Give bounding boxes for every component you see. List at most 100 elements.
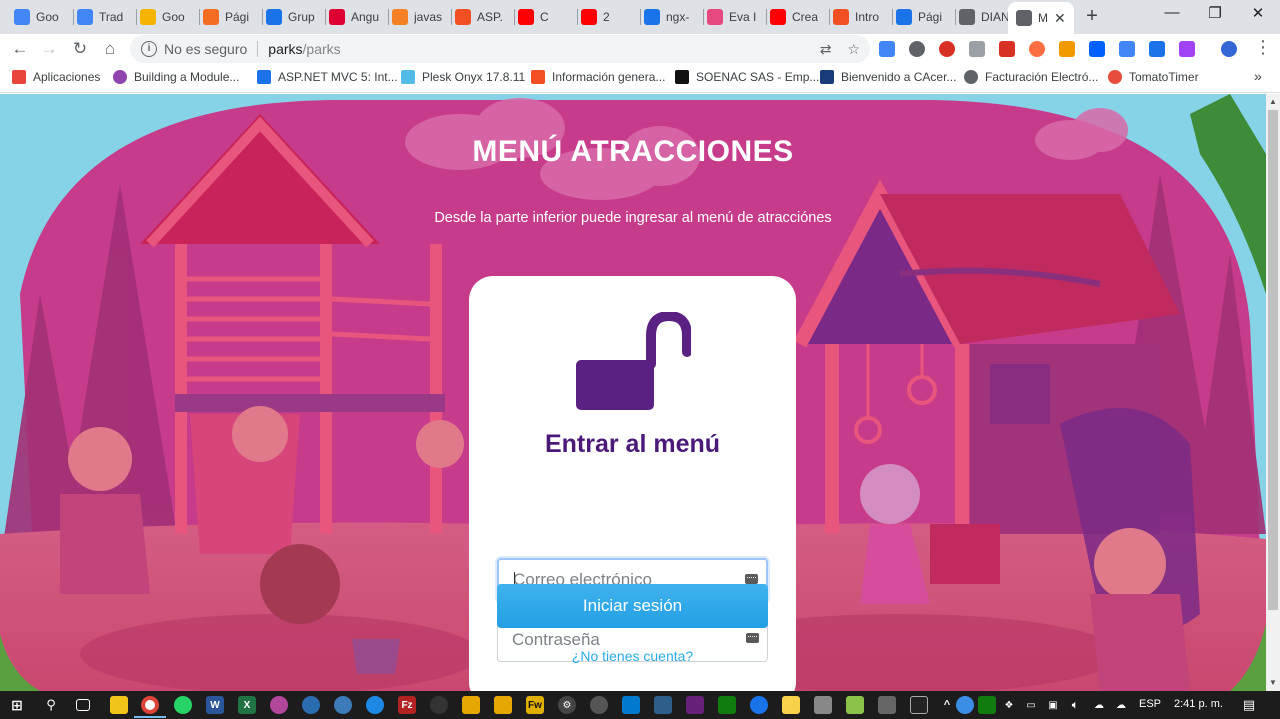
app-globe-icon[interactable] xyxy=(302,696,320,714)
autofill-keyboard-icon[interactable] xyxy=(746,633,759,643)
drive-extension-icon[interactable] xyxy=(969,41,985,57)
back-icon[interactable]: ← xyxy=(9,38,31,60)
battery-icon[interactable]: ▭ xyxy=(1022,696,1040,714)
close-window-button[interactable]: ✕ xyxy=(1238,4,1278,22)
language-indicator[interactable]: ESP xyxy=(1139,698,1161,710)
vscode-icon[interactable] xyxy=(622,696,640,714)
scroll-up-icon[interactable]: ▲ xyxy=(1269,97,1277,106)
browser-tab[interactable]: Goo xyxy=(140,4,196,30)
bookmark-item[interactable]: Aplicaciones xyxy=(12,70,100,84)
bookmarks-more-icon[interactable]: » xyxy=(1254,68,1262,84)
fireworks-icon[interactable]: Fw xyxy=(526,696,544,714)
security-label[interactable]: No es seguro xyxy=(164,41,247,57)
bookmark-item[interactable]: TomatoTimer xyxy=(1108,70,1199,84)
search-icon[interactable]: ⚲ xyxy=(42,696,60,714)
bookmark-item[interactable]: Facturación Electró... xyxy=(964,70,1098,84)
browser-tab[interactable]: ngx- xyxy=(644,4,700,30)
translate-icon[interactable]: ⇄ xyxy=(820,41,832,58)
visual-studio-icon[interactable] xyxy=(686,696,704,714)
profile-avatar[interactable] xyxy=(1221,41,1237,57)
browser-tab[interactable]: Grup xyxy=(266,4,322,30)
menu-kebab-icon[interactable]: ⋮ xyxy=(1254,38,1272,56)
browser-tab[interactable]: Trad xyxy=(77,4,133,30)
bookmark-item[interactable]: ASP.NET MVC 5: Int... xyxy=(257,70,398,84)
app-screen-icon[interactable] xyxy=(814,696,832,714)
file-explorer-icon[interactable] xyxy=(110,696,128,714)
cloud-sync-icon[interactable]: ☁︎ xyxy=(1112,696,1130,714)
home-icon[interactable]: ⌂ xyxy=(99,38,121,60)
browser-tab[interactable]: M ✕ xyxy=(1008,2,1074,34)
bookmark-item[interactable]: Plesk Onyx 17.8.11 xyxy=(401,70,525,84)
browser-tab[interactable]: 2 xyxy=(581,4,637,30)
scroll-thumb[interactable] xyxy=(1268,110,1278,610)
reload-icon[interactable]: ↻ xyxy=(69,38,91,60)
info-icon[interactable]: i xyxy=(141,41,157,57)
app-circle-icon[interactable] xyxy=(590,696,608,714)
people-extension-icon[interactable] xyxy=(1149,41,1165,57)
browser-tab[interactable]: Goo xyxy=(14,4,70,30)
app-bird-icon[interactable] xyxy=(462,696,480,714)
whatsapp-icon[interactable] xyxy=(174,696,192,714)
tray-app-icon[interactable] xyxy=(978,696,996,714)
browser-tab[interactable]: ASP. xyxy=(455,4,511,30)
app-notepad-icon[interactable] xyxy=(846,696,864,714)
word-icon[interactable]: W xyxy=(206,696,224,714)
close-tab-icon[interactable]: ✕ xyxy=(1054,10,1066,27)
autofill-keyboard-icon[interactable] xyxy=(745,574,758,584)
bookmark-item[interactable]: Bienvenido a CAcer... xyxy=(820,70,956,84)
dropbox-extension-icon[interactable] xyxy=(1089,41,1105,57)
bookmark-item[interactable]: Información genera... xyxy=(531,70,665,84)
app-blue-icon[interactable] xyxy=(654,696,672,714)
bookmark-item[interactable]: SOENAC SAS - Emp... xyxy=(675,70,819,84)
chat-extension-icon[interactable] xyxy=(909,41,925,57)
code-extension-icon[interactable] xyxy=(1059,41,1075,57)
excel-icon[interactable]: X xyxy=(238,696,256,714)
scroll-down-icon[interactable]: ▼ xyxy=(1269,678,1277,687)
terminal-icon[interactable] xyxy=(910,696,928,714)
browser-tab[interactable]: DIAN xyxy=(959,4,1015,30)
google-docs-extension-icon[interactable] xyxy=(879,41,895,57)
app-bird-icon[interactable] xyxy=(494,696,512,714)
firefox-icon[interactable] xyxy=(366,696,384,714)
filezilla-icon[interactable]: Fz xyxy=(398,696,416,714)
browser-tab[interactable]: Pági xyxy=(896,4,952,30)
adblock-extension-icon[interactable] xyxy=(939,41,955,57)
signup-link[interactable]: ¿No tienes cuenta? xyxy=(469,648,796,664)
clock[interactable]: 2:41 p. m. xyxy=(1174,698,1223,710)
browser-tab[interactable]: Pági xyxy=(203,4,259,30)
bookmark-item[interactable]: Building a Module... xyxy=(113,70,239,84)
onedrive-icon[interactable] xyxy=(956,696,974,714)
settings-gear-icon[interactable]: ⚙ xyxy=(558,696,576,714)
address-bar[interactable]: i No es seguro parks /parks ⇄ ☆ xyxy=(130,35,870,63)
volume-icon[interactable]: 🔈︎ xyxy=(1066,696,1084,714)
login-button[interactable]: Iniciar sesión xyxy=(497,584,768,628)
screen-extension-icon[interactable] xyxy=(999,41,1015,57)
chrome-icon[interactable] xyxy=(141,696,159,714)
browser-tab[interactable]: Angu xyxy=(329,4,385,30)
browser-tab[interactable]: Intro xyxy=(833,4,889,30)
maximize-button[interactable]: ❐ xyxy=(1195,4,1235,22)
app-green-icon[interactable] xyxy=(718,696,736,714)
app-yellow-icon[interactable] xyxy=(782,696,800,714)
app-tool-icon[interactable] xyxy=(878,696,896,714)
app-purple-icon[interactable] xyxy=(270,696,288,714)
forward-icon[interactable]: → xyxy=(38,38,60,60)
task-view-icon[interactable] xyxy=(76,699,90,711)
dropbox-tray-icon[interactable]: ❖ xyxy=(1000,696,1018,714)
browser-tab[interactable]: javas xyxy=(392,4,448,30)
maps-pin-icon[interactable] xyxy=(750,696,768,714)
browser-tab[interactable]: Eva I xyxy=(707,4,763,30)
minimize-button[interactable]: — xyxy=(1152,4,1192,21)
page-scrollbar[interactable]: ▲ ▼ xyxy=(1266,94,1280,691)
windows-start-icon[interactable]: ⊞ xyxy=(8,696,26,714)
bookmark-star-icon[interactable]: ☆ xyxy=(847,41,860,58)
tray-chevron-icon[interactable]: ^ xyxy=(938,696,956,714)
wave-extension-icon[interactable] xyxy=(1179,41,1195,57)
cloud-icon[interactable]: ☁︎ xyxy=(1090,696,1108,714)
browser-tab[interactable]: Crea xyxy=(770,4,826,30)
network-icon[interactable]: ▣ xyxy=(1044,696,1062,714)
translate-extension-icon[interactable] xyxy=(1119,41,1135,57)
new-tab-button[interactable]: + xyxy=(1082,5,1102,28)
arrow-extension-icon[interactable] xyxy=(1029,41,1045,57)
browser-tab[interactable]: C xyxy=(518,4,574,30)
